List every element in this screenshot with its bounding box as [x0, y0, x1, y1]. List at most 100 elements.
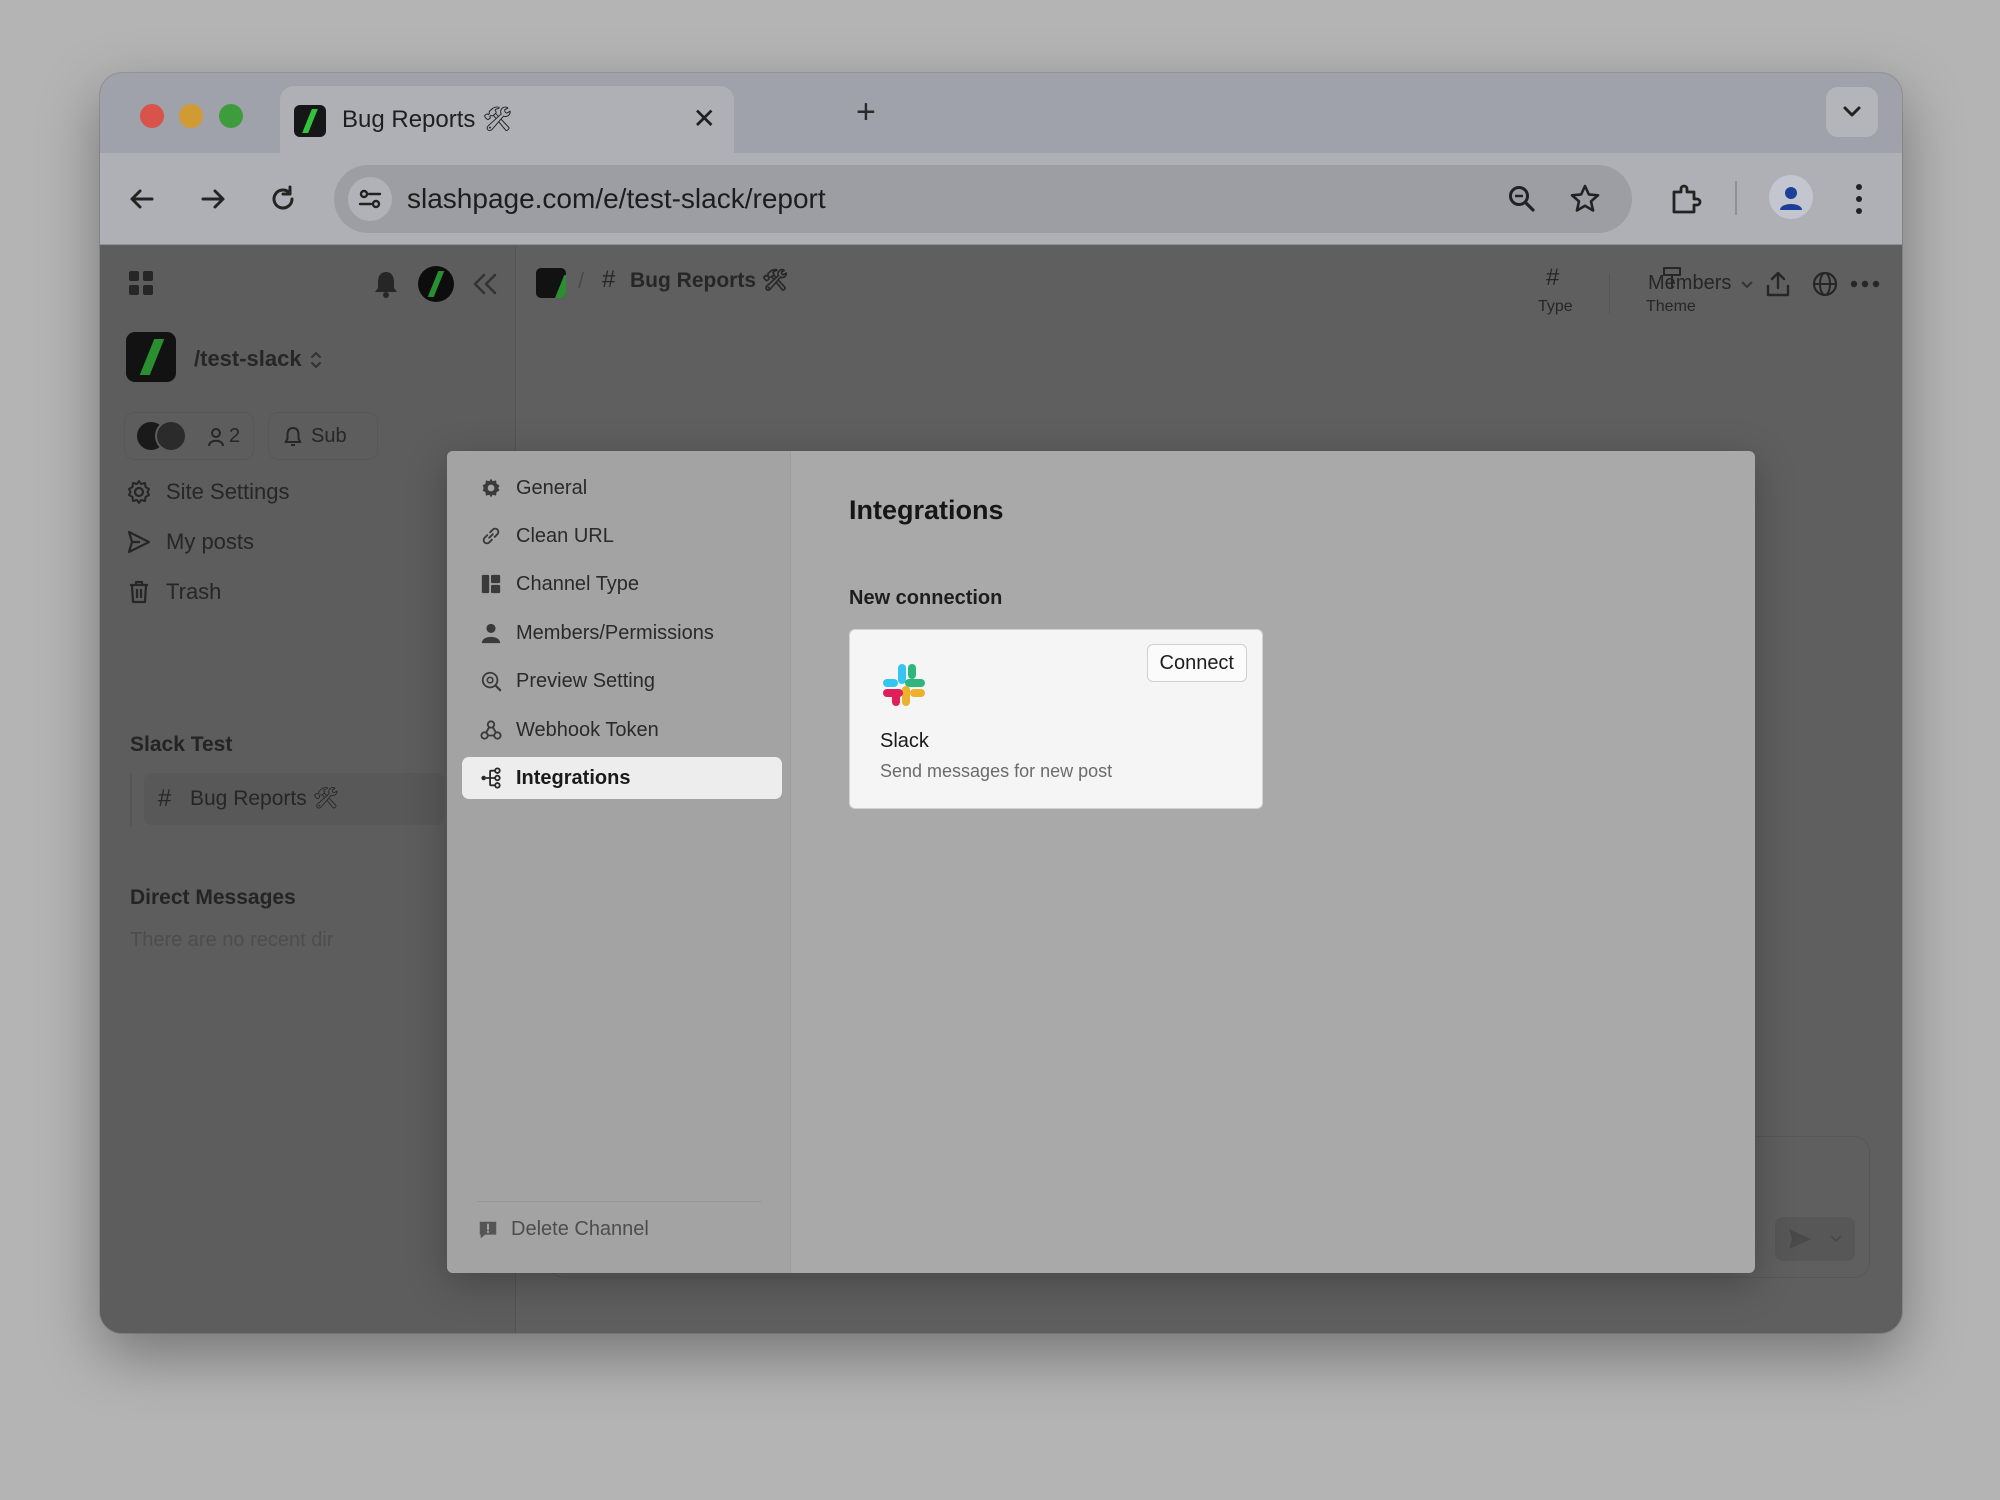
- delete-alert-icon: [479, 1221, 497, 1238]
- menu-item-members-permissions[interactable]: Members/Permissions: [462, 612, 782, 654]
- tab-strip: Bug Reports 🛠 ✕ +: [100, 73, 1902, 153]
- apps-grid-icon[interactable]: [128, 270, 154, 296]
- members-dropdown[interactable]: Members: [1648, 270, 1768, 302]
- menu-item-webhook-token[interactable]: Webhook Token: [462, 709, 782, 751]
- webhook-icon: [480, 720, 502, 740]
- breadcrumb-channel[interactable]: Bug Reports 🛠: [630, 269, 789, 293]
- nav-label: Trash: [166, 579, 222, 604]
- delete-label: Delete Channel: [511, 1218, 649, 1240]
- breadcrumb-separator: /: [578, 268, 585, 293]
- browser-window: Bug Reports 🛠 ✕ + slashpage.com/e/test-s…: [100, 73, 1902, 1333]
- channel-settings-modal: General Clean URL Channel Type Members/P…: [447, 451, 1755, 1273]
- nav-label: My posts: [166, 529, 255, 554]
- preview-icon: [481, 671, 502, 692]
- slack-integration-card: Connect Slack Send messages for new post: [849, 629, 1263, 809]
- nav-label: Site Settings: [166, 479, 290, 504]
- send-icon: [1789, 1229, 1811, 1249]
- tab-close-icon[interactable]: ✕: [693, 102, 716, 135]
- new-connection-heading: New connection: [849, 587, 1003, 609]
- hash-icon: #: [1546, 264, 1560, 291]
- menu-label: Webhook Token: [516, 718, 659, 741]
- slack-logo-icon: [883, 664, 925, 706]
- menu-item-channel-type[interactable]: Channel Type: [462, 563, 782, 605]
- chevron-down-icon: [1741, 281, 1753, 289]
- chevron-down-icon: [1830, 1235, 1842, 1243]
- hash-icon: #: [602, 266, 616, 293]
- dm-empty-text: There are no recent dir: [130, 929, 334, 951]
- breadcrumb-logo-icon[interactable]: [536, 268, 566, 298]
- send-button[interactable]: [1775, 1217, 1855, 1261]
- section-slack-test: Slack Test: [130, 733, 233, 756]
- integrations-icon: [481, 767, 501, 789]
- integration-description: Send messages for new post: [880, 761, 1113, 781]
- collapse-sidebar-icon[interactable]: [472, 272, 498, 296]
- section-direct-messages: Direct Messages: [130, 886, 296, 909]
- delete-channel-button[interactable]: Delete Channel: [477, 1218, 649, 1241]
- extensions-icon[interactable]: [1661, 175, 1709, 223]
- arrow-left-icon: [130, 189, 154, 209]
- bell-icon[interactable]: [372, 269, 400, 299]
- reload-icon: [272, 185, 294, 210]
- tab-search-button[interactable]: [1826, 87, 1878, 137]
- menu-label: Channel Type: [516, 572, 640, 595]
- close-window-button[interactable]: [140, 104, 164, 128]
- nav-site-settings[interactable]: Site Settings: [126, 479, 290, 505]
- workspace-name[interactable]: /test-slack: [194, 346, 302, 372]
- user-avatar-icon[interactable]: [418, 266, 454, 302]
- site-settings-icon[interactable]: [348, 177, 392, 221]
- menu-item-general[interactable]: General: [462, 467, 782, 509]
- header-divider: [1609, 274, 1610, 314]
- bookmark-star-icon[interactable]: [1561, 175, 1609, 223]
- nav-my-posts[interactable]: My posts: [126, 529, 254, 555]
- address-bar[interactable]: slashpage.com/e/test-slack/report: [334, 165, 1632, 233]
- settings-menu: General Clean URL Channel Type Members/P…: [447, 451, 791, 1273]
- person-icon: [208, 428, 224, 447]
- menu-item-preview-setting[interactable]: Preview Setting: [462, 660, 782, 702]
- hash-icon: #: [158, 785, 172, 812]
- forward-button[interactable]: [189, 175, 237, 223]
- share-icon[interactable]: [1764, 270, 1792, 298]
- reload-button[interactable]: [259, 175, 307, 223]
- bell-outline-icon: [284, 427, 302, 446]
- chevron-updown-icon[interactable]: [309, 350, 323, 370]
- toolbar-separator: [1735, 181, 1737, 215]
- trash-icon: [130, 580, 148, 604]
- menu-label: Clean URL: [516, 524, 614, 547]
- type-button[interactable]: # Type: [1516, 264, 1596, 324]
- menu-label: Preview Setting: [516, 669, 655, 692]
- layout-icon: [481, 574, 501, 594]
- menu-label: Integrations: [516, 766, 631, 789]
- panel-title: Integrations: [849, 495, 1004, 525]
- channel-name: Bug Reports 🛠: [190, 787, 340, 810]
- member-avatar-icon: [155, 420, 187, 452]
- nav-trash[interactable]: Trash: [126, 579, 221, 605]
- globe-icon[interactable]: [1811, 270, 1839, 298]
- zoom-icon[interactable]: [1498, 175, 1546, 223]
- subscribe-label: Sub: [311, 425, 347, 447]
- slack-connect-button[interactable]: Connect: [1146, 644, 1247, 682]
- menu-item-clean-url[interactable]: Clean URL: [462, 515, 782, 557]
- channel-header: / # Bug Reports 🛠 # Type Theme Members: [516, 246, 1902, 326]
- more-horizontal-icon[interactable]: [1850, 280, 1880, 288]
- maximize-window-button[interactable]: [219, 104, 243, 128]
- subscribe-button[interactable]: Sub: [268, 412, 378, 460]
- browser-menu-button[interactable]: [1835, 175, 1883, 223]
- menu-item-integrations[interactable]: Integrations: [462, 757, 782, 799]
- gear-icon: [128, 480, 150, 504]
- back-button[interactable]: [118, 175, 166, 223]
- integration-name: Slack: [880, 730, 929, 752]
- browser-tab[interactable]: Bug Reports 🛠 ✕: [280, 86, 734, 153]
- person-icon: [481, 623, 501, 644]
- members-label: Members: [1648, 272, 1732, 294]
- arrow-right-icon: [201, 189, 225, 209]
- sidebar-item-bug-reports[interactable]: # Bug Reports 🛠: [144, 773, 444, 825]
- slashpage-favicon-icon: [294, 105, 326, 137]
- new-tab-button[interactable]: +: [856, 95, 876, 129]
- workspace-logo-icon: [126, 332, 176, 382]
- members-pill[interactable]: 2: [124, 412, 254, 460]
- type-label: Type: [1538, 298, 1573, 315]
- url-text[interactable]: slashpage.com/e/test-slack/report: [407, 183, 826, 215]
- member-count: 2: [229, 425, 241, 447]
- profile-avatar-icon[interactable]: [1769, 175, 1813, 219]
- minimize-window-button[interactable]: [179, 104, 203, 128]
